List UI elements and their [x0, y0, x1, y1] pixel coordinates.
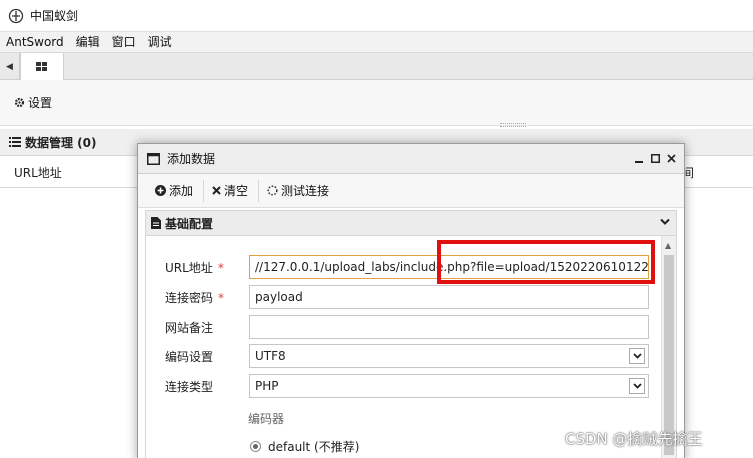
dialog-titlebar[interactable]: 添加数据 [138, 144, 684, 174]
window-icon [147, 152, 160, 165]
test-connection-button[interactable]: 测试连接 [259, 180, 339, 202]
chevron-down-icon[interactable] [660, 218, 670, 226]
settings-button[interactable]: 设置 [14, 94, 52, 111]
form-scrollbar[interactable]: ▲ [661, 236, 676, 458]
password-row: 连接密码 * payload [146, 285, 661, 309]
encoding-row: 编码设置 UTF8 [146, 344, 661, 368]
tab-scroll-left-icon[interactable]: ◀ [0, 53, 20, 80]
type-value: PHP [255, 379, 279, 393]
note-label: 网站备注 [165, 321, 214, 335]
radio-selected-icon[interactable] [250, 441, 261, 452]
basic-config-header[interactable]: 基础配置 [145, 210, 677, 236]
type-row: 连接类型 PHP [146, 374, 661, 398]
menu-bar: AntSword 编辑 窗口 调试 [0, 31, 753, 53]
clear-button[interactable]: 清空 [204, 179, 260, 202]
scrollbar-thumb[interactable] [664, 255, 674, 455]
x-icon [212, 186, 221, 195]
note-input[interactable] [249, 315, 649, 339]
type-label: 连接类型 [165, 380, 214, 394]
scroll-up-icon[interactable]: ▲ [665, 241, 671, 250]
close-icon[interactable] [666, 152, 676, 164]
encoder-default-option[interactable]: default (不推荐) [250, 438, 359, 455]
spinner-icon [267, 185, 278, 196]
title-bar: 中国蚁剑 [0, 0, 753, 31]
settings-label: 设置 [28, 96, 53, 110]
maximize-icon[interactable] [650, 152, 660, 164]
chevron-down-icon[interactable] [629, 378, 645, 394]
data-section-title: 数据管理 (0) [25, 135, 97, 150]
add-button[interactable]: 添加 [147, 179, 205, 202]
minimize-icon[interactable] [634, 152, 644, 164]
encoding-label: 编码设置 [165, 350, 214, 364]
antsword-icon [8, 8, 24, 24]
encoder-default-label: default (不推荐) [268, 440, 360, 454]
clear-label: 清空 [224, 184, 249, 198]
dialog-toolbar: 添加 清空 测试连接 [138, 174, 684, 208]
main-toolbar: 设置 [0, 80, 753, 127]
basic-config-title: 基础配置 [165, 216, 214, 231]
required-mark: * [218, 291, 225, 305]
watermark: CSDN @擒贼先擒王 [565, 430, 703, 448]
test-connection-label: 测试连接 [281, 184, 330, 198]
note-row: 网站备注 [146, 315, 661, 339]
url-label: URL地址 * [165, 261, 224, 275]
grid-icon [36, 62, 47, 71]
password-input[interactable]: payload [249, 285, 649, 309]
gear-icon [14, 97, 25, 108]
window-title: 中国蚁剑 [30, 9, 79, 23]
menu-edit[interactable]: 编辑 [70, 31, 106, 53]
required-mark: * [217, 261, 224, 275]
menu-antsword[interactable]: AntSword [0, 31, 70, 53]
tab-strip: ◀ [0, 53, 753, 81]
encoder-label: 编码器 [248, 412, 285, 426]
add-label: 添加 [169, 184, 194, 198]
menu-window[interactable]: 窗口 [106, 31, 142, 53]
plus-circle-icon [155, 185, 166, 196]
column-header-url[interactable]: URL地址 [14, 164, 62, 181]
resize-grip[interactable] [500, 123, 526, 127]
tab-home[interactable] [20, 53, 64, 81]
chevron-down-icon[interactable] [629, 348, 645, 364]
dialog-title: 添加数据 [167, 152, 216, 166]
document-icon [151, 217, 161, 229]
highlight-annotation-box [437, 240, 655, 284]
list-icon [9, 137, 21, 147]
add-data-dialog: 添加数据 添加 清空 测试连接 基础配置 URL地址 * //127.0.0.1/… [137, 143, 685, 458]
encoding-select[interactable]: UTF8 [249, 344, 649, 368]
menu-debug[interactable]: 调试 [142, 31, 178, 53]
type-select[interactable]: PHP [249, 374, 649, 398]
encoding-value: UTF8 [255, 349, 286, 363]
password-label: 连接密码 * [165, 291, 225, 305]
